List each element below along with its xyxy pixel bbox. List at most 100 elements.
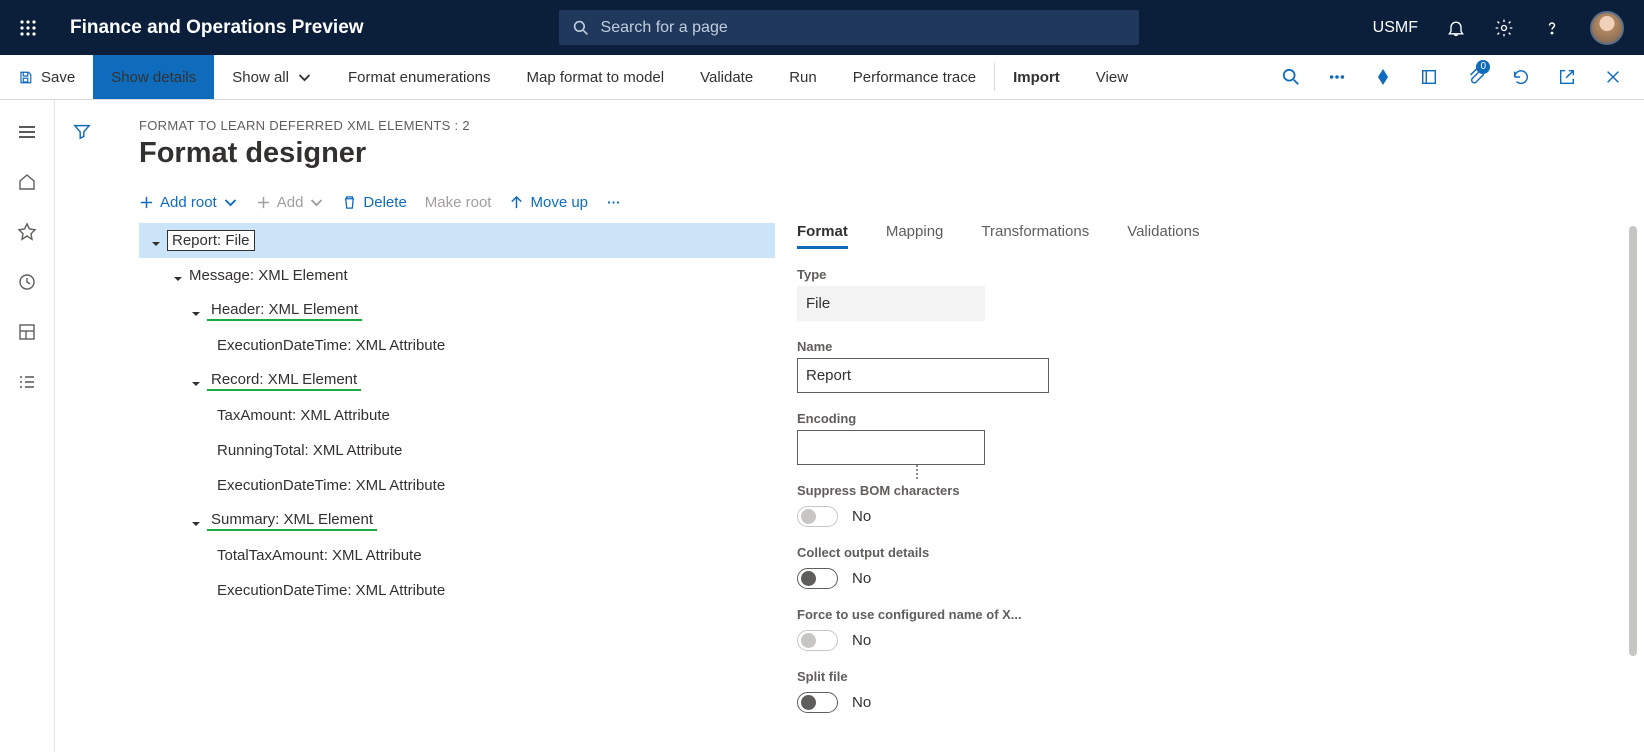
- left-rail: [0, 100, 55, 752]
- more-icon: [606, 195, 621, 210]
- tree-node[interactable]: TaxAmount: XML Attribute: [139, 398, 775, 433]
- chevron-down-icon: [297, 70, 312, 85]
- main: FORMAT TO LEARN DEFERRED XML ELEMENTS : …: [0, 100, 1644, 752]
- tree-node[interactable]: Summary: XML Element: [139, 503, 775, 538]
- encoding-input[interactable]: [797, 430, 985, 465]
- add-button[interactable]: Add: [256, 194, 325, 211]
- arrow-up-icon: [509, 195, 524, 210]
- detail-pane: Format Mapping Transformations Validatio…: [797, 223, 1287, 752]
- type-label: Type: [797, 267, 1287, 282]
- power-apps-icon[interactable]: [1374, 68, 1392, 86]
- tree-node[interactable]: ExecutionDateTime: XML Attribute: [139, 468, 775, 503]
- bom-toggle[interactable]: [797, 506, 838, 527]
- tree-node[interactable]: ExecutionDateTime: XML Attribute: [139, 573, 775, 608]
- search-placeholder: Search for a page: [601, 19, 728, 37]
- tree-node[interactable]: Report: File: [139, 223, 775, 258]
- tree-node-label: TotalTaxAmount: XML Attribute: [217, 547, 422, 564]
- force-value: No: [852, 632, 871, 649]
- office-icon[interactable]: [1420, 68, 1438, 86]
- home-icon[interactable]: [17, 172, 37, 192]
- app-title: Finance and Operations Preview: [70, 17, 364, 39]
- hamburger-icon[interactable]: [17, 122, 37, 142]
- popout-icon[interactable]: [1558, 68, 1576, 86]
- delete-button[interactable]: Delete: [342, 194, 406, 211]
- add-root-button[interactable]: Add root: [139, 194, 238, 211]
- split-value: No: [852, 694, 871, 711]
- workspace-icon[interactable]: [17, 322, 37, 342]
- run-button[interactable]: Run: [771, 55, 835, 99]
- help-icon[interactable]: [1542, 18, 1562, 38]
- search-icon[interactable]: [1282, 68, 1300, 86]
- filter-icon[interactable]: [73, 122, 91, 140]
- action-bar-right: 0: [1282, 55, 1644, 99]
- top-bar: Finance and Operations Preview Search fo…: [0, 0, 1644, 55]
- tree-node-label: Header: XML Element: [207, 300, 362, 321]
- chevron-down-icon: [309, 195, 324, 210]
- validate-button[interactable]: Validate: [682, 55, 771, 99]
- tree-node-label: TaxAmount: XML Attribute: [217, 407, 390, 424]
- tree-node[interactable]: TotalTaxAmount: XML Attribute: [139, 538, 775, 573]
- plus-icon: [139, 195, 154, 210]
- tab-format[interactable]: Format: [797, 223, 848, 249]
- force-label: Force to use configured name of X...: [797, 607, 1287, 622]
- attachment-count-badge: 0: [1476, 60, 1490, 74]
- tab-mapping[interactable]: Mapping: [886, 223, 944, 249]
- split-toggle[interactable]: [797, 692, 838, 713]
- plus-icon: [256, 195, 271, 210]
- recent-icon[interactable]: [17, 272, 37, 292]
- make-root-button[interactable]: Make root: [425, 194, 492, 211]
- gear-icon[interactable]: [1494, 18, 1514, 38]
- breadcrumb: FORMAT TO LEARN DEFERRED XML ELEMENTS : …: [139, 118, 1644, 133]
- refresh-icon[interactable]: [1512, 68, 1530, 86]
- action-bar: Save Show details Show all Format enumer…: [0, 55, 1644, 100]
- tree-node[interactable]: RunningTotal: XML Attribute: [139, 433, 775, 468]
- star-icon[interactable]: [17, 222, 37, 242]
- tree-node-label: ExecutionDateTime: XML Attribute: [217, 582, 445, 599]
- show-all-button[interactable]: Show all: [214, 55, 330, 99]
- view-button[interactable]: View: [1078, 55, 1146, 99]
- designer-toolbar: Add root Add Delete Make root Move up: [139, 194, 1644, 211]
- search-icon: [573, 20, 589, 36]
- page-title: Format designer: [139, 137, 1644, 170]
- attachments-button[interactable]: 0: [1466, 66, 1484, 89]
- app-launcher-button[interactable]: [0, 19, 55, 37]
- import-button[interactable]: Import: [995, 55, 1078, 99]
- global-search-input[interactable]: Search for a page: [559, 10, 1139, 45]
- close-icon[interactable]: [1604, 68, 1622, 86]
- encoding-label: Encoding: [797, 411, 1287, 426]
- performance-trace-button[interactable]: Performance trace: [835, 55, 994, 99]
- tree-node[interactable]: Header: XML Element: [139, 293, 775, 328]
- tree-node[interactable]: ExecutionDateTime: XML Attribute: [139, 328, 775, 363]
- name-input[interactable]: [797, 358, 1049, 393]
- scrollbar[interactable]: [1629, 226, 1637, 656]
- tree-node-label: Report: File: [167, 230, 255, 251]
- tree-node[interactable]: Record: XML Element: [139, 363, 775, 398]
- tree-node-label: ExecutionDateTime: XML Attribute: [217, 477, 445, 494]
- bell-icon[interactable]: [1446, 18, 1466, 38]
- chevron-down-icon: [223, 195, 238, 210]
- tab-validations[interactable]: Validations: [1127, 223, 1199, 249]
- tree-node-label: RunningTotal: XML Attribute: [217, 442, 402, 459]
- name-label: Name: [797, 339, 1287, 354]
- bom-value: No: [852, 508, 871, 525]
- modules-icon[interactable]: [17, 372, 37, 392]
- move-up-button[interactable]: Move up: [509, 194, 588, 211]
- format-enumerations-button[interactable]: Format enumerations: [330, 55, 509, 99]
- save-button[interactable]: Save: [0, 55, 93, 99]
- map-format-button[interactable]: Map format to model: [509, 55, 683, 99]
- user-avatar[interactable]: [1590, 11, 1624, 45]
- collect-value: No: [852, 570, 871, 587]
- force-toggle[interactable]: [797, 630, 838, 651]
- top-bar-right: USMF: [1373, 11, 1644, 45]
- collect-label: Collect output details: [797, 545, 1287, 560]
- more-icon[interactable]: [1328, 68, 1346, 86]
- format-tree: Report: File Message: XML Element Header: …: [139, 223, 775, 752]
- show-details-button[interactable]: Show details: [93, 55, 214, 99]
- collect-toggle[interactable]: [797, 568, 838, 589]
- toolbar-more-button[interactable]: [606, 195, 621, 210]
- legal-entity[interactable]: USMF: [1373, 19, 1418, 37]
- tab-transformations[interactable]: Transformations: [981, 223, 1089, 249]
- tree-node-label: Record: XML Element: [207, 370, 361, 391]
- type-value[interactable]: File: [797, 286, 985, 321]
- tree-node[interactable]: Message: XML Element: [139, 258, 775, 293]
